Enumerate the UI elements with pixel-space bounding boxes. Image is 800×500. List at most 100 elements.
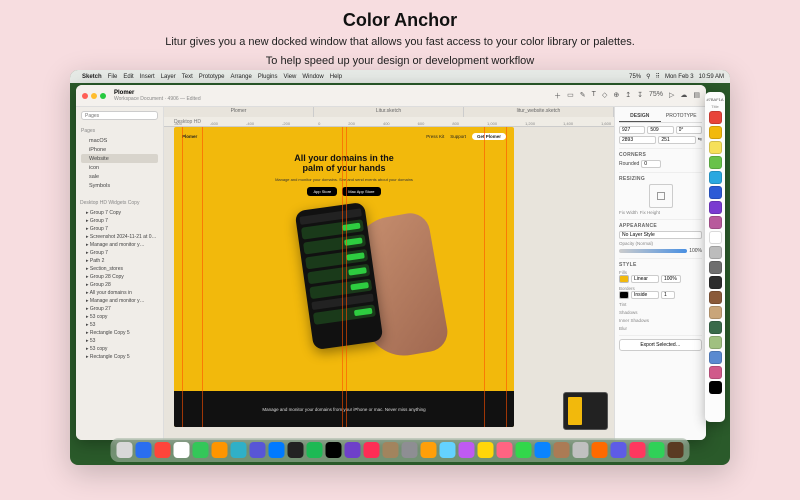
dock-app-icon[interactable] bbox=[193, 442, 209, 458]
dock-app-icon[interactable] bbox=[611, 442, 627, 458]
dock-app-icon[interactable] bbox=[478, 442, 494, 458]
zoom-value[interactable]: 75% bbox=[649, 91, 663, 101]
menu-view[interactable]: View bbox=[283, 74, 296, 80]
litur-color-swatch[interactable] bbox=[709, 201, 722, 214]
tool-symbol-icon[interactable]: ◇ bbox=[602, 91, 607, 101]
dock-app-icon[interactable] bbox=[136, 442, 152, 458]
menu-help[interactable]: Help bbox=[330, 74, 342, 80]
sketch-canvas[interactable]: Plomer Litur.sketch litur_website.sketch… bbox=[164, 107, 614, 440]
menu-prototype[interactable]: Prototype bbox=[199, 74, 225, 80]
border-swatch[interactable] bbox=[619, 291, 629, 299]
export-selected-button[interactable]: Export Selected… bbox=[619, 339, 702, 351]
menu-window[interactable]: Window bbox=[302, 74, 323, 80]
layer-item[interactable]: ▸ 53 copy bbox=[80, 345, 159, 353]
litur-color-swatch[interactable] bbox=[709, 351, 722, 364]
layer-item[interactable]: ▸ Group 7 bbox=[80, 217, 159, 225]
page-item[interactable]: macOS bbox=[81, 136, 158, 145]
layer-item[interactable]: ▸ Group 7 Copy bbox=[80, 209, 159, 217]
dock-app-icon[interactable] bbox=[535, 442, 551, 458]
appstore-badge[interactable]: App Store bbox=[307, 187, 337, 196]
dock-app-icon[interactable] bbox=[554, 442, 570, 458]
tool-shape-icon[interactable]: ▭ bbox=[567, 91, 574, 101]
inspector-tab-prototype[interactable]: PROTOTYPE bbox=[661, 111, 703, 122]
menu-edit[interactable]: Edit bbox=[123, 74, 133, 80]
tool-backward-icon[interactable]: ↧ bbox=[637, 91, 643, 101]
dock-app-icon[interactable] bbox=[630, 442, 646, 458]
litur-color-swatch[interactable] bbox=[709, 366, 722, 379]
dock-app-icon[interactable] bbox=[155, 442, 171, 458]
dock-app-icon[interactable] bbox=[117, 442, 133, 458]
flip-h-icon[interactable]: ⇋ bbox=[698, 137, 702, 143]
tool-inspector-icon[interactable]: ▤ bbox=[693, 91, 700, 101]
layer-item[interactable]: ▸ Section_stores bbox=[80, 265, 159, 273]
layer-item[interactable]: ▸ Group 7 bbox=[80, 225, 159, 233]
dock-app-icon[interactable] bbox=[440, 442, 456, 458]
litur-color-swatch[interactable] bbox=[709, 156, 722, 169]
page-item[interactable]: Website bbox=[81, 154, 158, 163]
dock-app-icon[interactable] bbox=[231, 442, 247, 458]
insp-x-input[interactable] bbox=[619, 126, 645, 134]
doc-tab[interactable]: litur_website.sketch bbox=[464, 107, 614, 117]
dock-app-icon[interactable] bbox=[459, 442, 475, 458]
fill-type-select[interactable] bbox=[631, 275, 659, 283]
dock-app-icon[interactable] bbox=[212, 442, 228, 458]
layer-item[interactable]: ▸ Manage and monitor y… bbox=[80, 297, 159, 305]
litur-color-swatch[interactable] bbox=[709, 126, 722, 139]
dock-app-icon[interactable] bbox=[345, 442, 361, 458]
dock-app-icon[interactable] bbox=[649, 442, 665, 458]
dock-app-icon[interactable] bbox=[668, 442, 684, 458]
litur-color-swatch[interactable] bbox=[709, 321, 722, 334]
layer-item[interactable]: ▸ Group 7 bbox=[80, 249, 159, 257]
dock-app-icon[interactable] bbox=[592, 442, 608, 458]
dock-app-icon[interactable] bbox=[402, 442, 418, 458]
opacity-slider[interactable] bbox=[619, 249, 687, 253]
insp-rot-input[interactable] bbox=[676, 126, 702, 134]
litur-color-swatch[interactable] bbox=[709, 246, 722, 259]
doc-tab[interactable]: Litur.sketch bbox=[314, 107, 464, 117]
control-center-icon[interactable]: ⠿ bbox=[656, 73, 660, 80]
tool-boolean-icon[interactable]: ⊕ bbox=[613, 91, 619, 101]
litur-color-swatch[interactable] bbox=[709, 111, 722, 124]
macappstore-badge[interactable]: Mac App Store bbox=[342, 187, 380, 196]
insp-corner-input[interactable] bbox=[641, 160, 661, 168]
litur-color-swatch[interactable] bbox=[709, 381, 722, 394]
dock-app-icon[interactable] bbox=[364, 442, 380, 458]
litur-color-swatch[interactable] bbox=[709, 216, 722, 229]
litur-color-swatch[interactable] bbox=[709, 261, 722, 274]
artboard[interactable]: Plomer Press Kit Support Get Plomer All … bbox=[174, 127, 514, 427]
tool-forward-icon[interactable]: ↥ bbox=[625, 91, 631, 101]
litur-color-swatch[interactable] bbox=[709, 306, 722, 319]
tool-text-icon[interactable]: T bbox=[592, 91, 596, 101]
layer-item[interactable]: ▸ Group 28 Copy bbox=[80, 273, 159, 281]
litur-color-swatch[interactable] bbox=[709, 141, 722, 154]
tool-preview-icon[interactable]: ▷ bbox=[669, 91, 674, 101]
layer-item[interactable]: ▸ Manage and monitor y… bbox=[80, 241, 159, 249]
menu-file[interactable]: File bbox=[108, 74, 118, 80]
inspector-tab-design[interactable]: DESIGN bbox=[619, 111, 661, 122]
canvas-minimap[interactable] bbox=[563, 392, 608, 430]
layer-item[interactable]: ▸ Path 2 bbox=[80, 257, 159, 265]
dock-app-icon[interactable] bbox=[516, 442, 532, 458]
wifi-icon[interactable]: ⚲ bbox=[646, 73, 650, 80]
doc-tab[interactable]: Plomer bbox=[164, 107, 314, 117]
layer-item[interactable]: ▸ Screenshot 2024-11-21 at 0… bbox=[80, 233, 159, 241]
dock-app-icon[interactable] bbox=[497, 442, 513, 458]
layer-search-input[interactable] bbox=[81, 111, 158, 120]
menu-insert[interactable]: Insert bbox=[140, 74, 155, 80]
tool-insert-icon[interactable]: ＋ bbox=[554, 91, 561, 101]
fill-opacity-input[interactable] bbox=[661, 275, 681, 283]
resizing-constraint-widget[interactable] bbox=[649, 184, 673, 208]
layer-item[interactable]: ▸ All your domains in bbox=[80, 289, 159, 297]
insp-w-input[interactable] bbox=[619, 136, 656, 144]
insp-y-input[interactable] bbox=[647, 126, 673, 134]
page-item[interactable]: icon bbox=[81, 163, 158, 172]
page-item[interactable]: Symbols bbox=[81, 181, 158, 190]
insp-h-input[interactable] bbox=[658, 136, 695, 144]
window-minimize-button[interactable] bbox=[91, 93, 97, 99]
dock-app-icon[interactable] bbox=[573, 442, 589, 458]
menu-plugins[interactable]: Plugins bbox=[258, 74, 278, 80]
dock-app-icon[interactable] bbox=[288, 442, 304, 458]
litur-color-swatch[interactable] bbox=[709, 231, 722, 244]
menu-text[interactable]: Text bbox=[182, 74, 193, 80]
nav-cta-button[interactable]: Get Plomer bbox=[472, 133, 506, 140]
